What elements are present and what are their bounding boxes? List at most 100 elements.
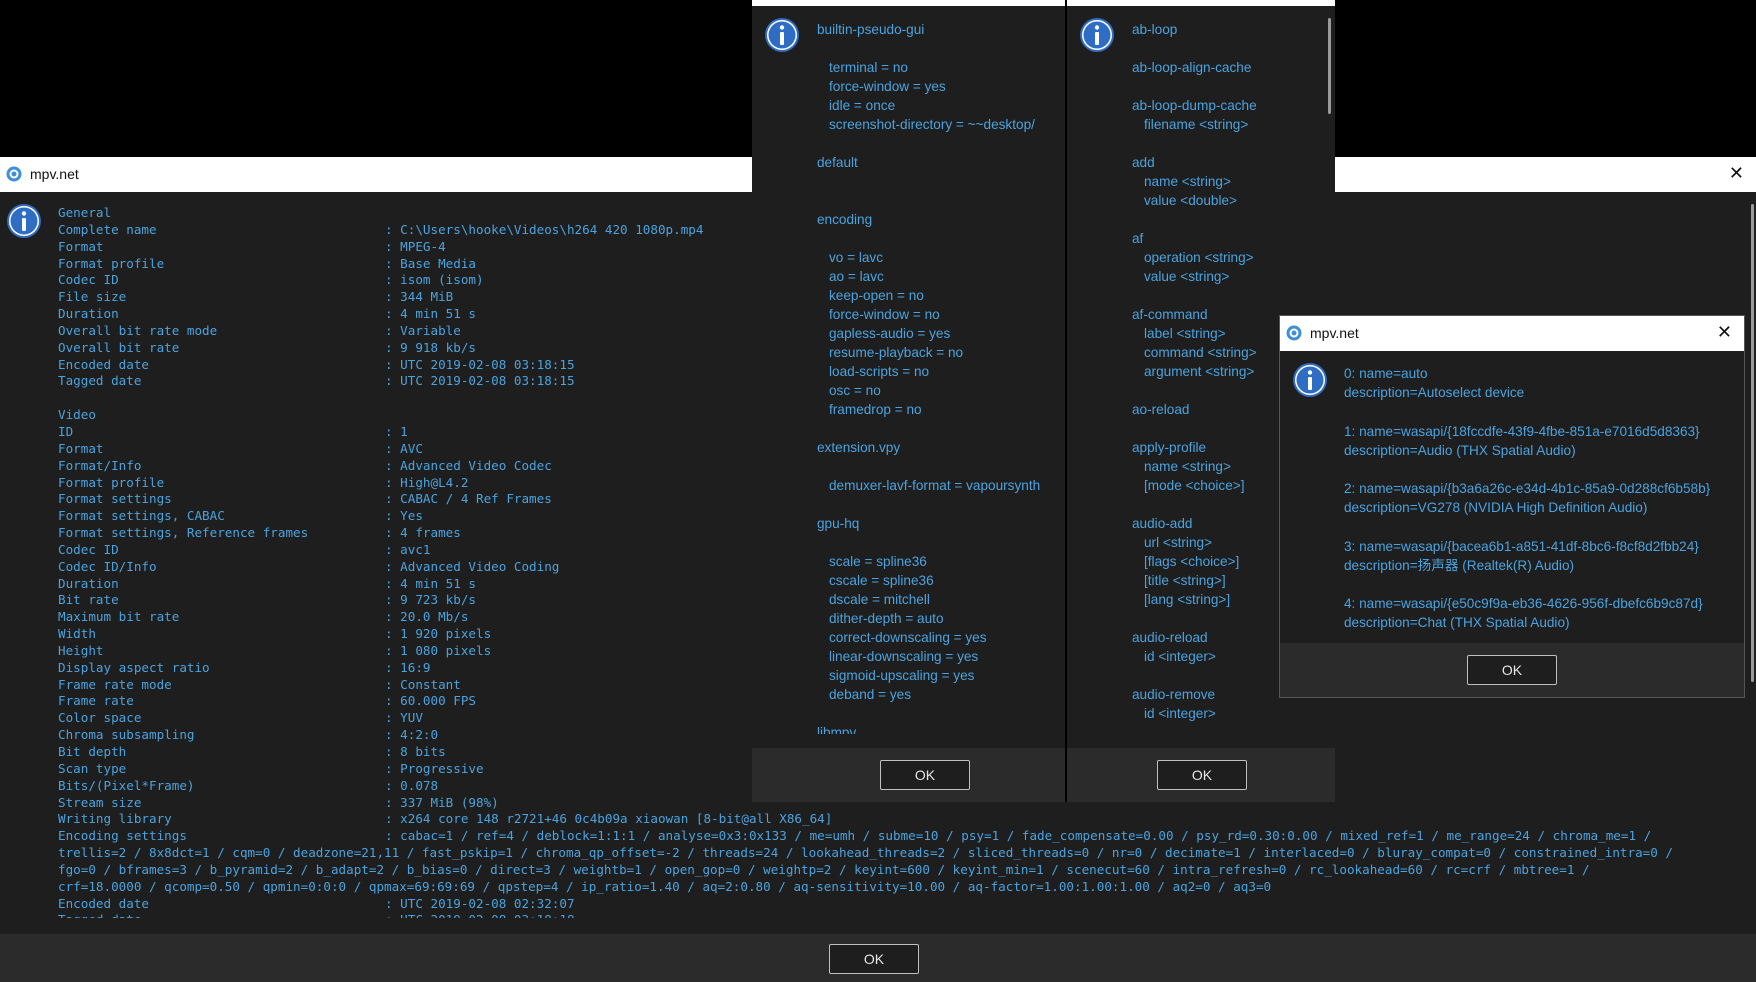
profile-line: ao = lavc: [829, 269, 884, 284]
profile-line: resume-playback = no: [829, 345, 964, 360]
mediainfo-value: : Base Media: [385, 255, 476, 271]
profile-line: terminal = no: [829, 60, 908, 75]
profiles-text: builtin-pseudo-gui terminal = no force-win…: [817, 20, 1063, 734]
device-line: [1344, 460, 1742, 479]
mediainfo-key: Video: [58, 407, 96, 423]
profile-line: gapless-audio = yes: [829, 326, 951, 341]
mediainfo-value: : 4 min 51 s: [385, 575, 476, 591]
profile-line: [817, 229, 1063, 248]
mediainfo-row: Encoding settings: cabac=1 / ref=4 / deb…: [58, 828, 1748, 845]
close-icon[interactable]: ✕: [1729, 163, 1744, 183]
mediainfo-key: Frame rate: [58, 693, 134, 709]
mediainfo-key: Format profile: [58, 255, 165, 271]
info-icon: [765, 18, 799, 52]
profile-line: scale = spline36: [829, 554, 927, 569]
mediainfo-key: Duration: [58, 575, 119, 591]
mediainfo-key: Bit depth: [58, 744, 127, 759]
profiles-dialog: builtin-pseudo-gui terminal = no force-win…: [752, 0, 1067, 802]
profile-line: [817, 191, 1063, 210]
mediainfo-ok-button[interactable]: OK: [829, 944, 919, 974]
mediainfo-key: Format profile: [58, 474, 165, 490]
mediainfo-value: : isom (isom): [385, 272, 484, 288]
device-line: 0: name=auto: [1344, 366, 1428, 381]
mediainfo-row: Encoded date: UTC 2019-02-08 02:32:07: [58, 896, 1748, 913]
mediainfo-value: : Yes: [385, 508, 423, 524]
profile-line: demuxer-lavf-format = vapoursynth: [829, 478, 1041, 493]
profile-line: [817, 134, 1063, 153]
mediainfo-key: Format settings, CABAC: [58, 508, 225, 524]
mediainfo-key: Format settings, Reference frames: [58, 525, 309, 541]
mediainfo-key: Maximum bit rate: [58, 609, 180, 625]
mediainfo-value: : UTC 2019-02-08 03:18:15: [385, 356, 575, 372]
command-line: ab-loop-align-cache: [1132, 60, 1252, 75]
mediainfo-value: : Progressive: [385, 760, 484, 776]
mediainfo-key: Width: [58, 626, 96, 642]
mediainfo-scrollbar[interactable]: [1751, 204, 1754, 682]
device-line: 3: name=wasapi/{bacea6b1-a851-41df-8bc6-…: [1344, 538, 1699, 554]
command-line: operation <string>: [1144, 250, 1254, 265]
commands-ok-button[interactable]: OK: [1157, 760, 1247, 790]
mediainfo-key: Format: [58, 440, 104, 456]
mediainfo-key: Duration: [58, 306, 119, 322]
device-line: description=扬声器 (Realtek(R) Audio): [1344, 557, 1575, 573]
profile-line: [817, 533, 1063, 552]
mediainfo-footer: OK: [0, 934, 1756, 982]
mediainfo-wrap-line: trellis=2 / 8x8dct=1 / cqm=0 / deadzone=…: [58, 845, 1673, 861]
device-line: 1: name=wasapi/{18fccdfe-43f9-4fbe-851a-…: [1344, 423, 1700, 439]
profile-line: [817, 495, 1063, 514]
mediainfo-key: Complete name: [58, 221, 157, 237]
mediainfo-value: : 1 080 pixels: [385, 642, 492, 658]
command-line: value <string>: [1144, 269, 1230, 284]
profile-line: osc = no: [829, 383, 881, 398]
command-line: [1132, 39, 1332, 58]
command-line: id <integer>: [1144, 706, 1216, 721]
profiles-titlebar-edge: [752, 0, 1065, 6]
mediainfo-value: : 0.078: [385, 777, 439, 793]
mediainfo-title: mpv.net: [30, 166, 79, 182]
command-line: [1132, 286, 1332, 305]
device-line: description=VG278 (NVIDIA High Definitio…: [1344, 500, 1648, 516]
profile-line: gpu-hq: [817, 516, 860, 531]
mediainfo-value: : 8 bits: [385, 744, 446, 759]
device-line: 2: name=wasapi/{b3a6a26c-e34d-4b1c-85a9-…: [1344, 481, 1711, 497]
mediainfo-key: Encoding settings: [58, 828, 187, 844]
mediainfo-key: Format/Info: [58, 457, 142, 473]
profile-line: encoding: [817, 212, 873, 227]
mediainfo-key: Codec ID/Info: [58, 558, 157, 574]
mediainfo-key: Codec ID: [58, 272, 119, 288]
commands-scrollbar[interactable]: [1328, 18, 1331, 114]
command-line: name <string>: [1144, 174, 1231, 189]
mediainfo-value: : 4:2:0: [385, 727, 439, 743]
mediainfo-key: File size: [58, 289, 127, 305]
mediainfo-key: Scan type: [58, 760, 127, 776]
mpv-logo-icon: [1286, 325, 1302, 341]
profiles-ok-button[interactable]: OK: [880, 760, 970, 790]
profile-line: load-scripts = no: [829, 364, 930, 379]
mediainfo-key: General: [58, 205, 112, 220]
mediainfo-key: Format: [58, 238, 104, 254]
mediainfo-key: ID: [58, 423, 74, 439]
info-icon: [7, 204, 41, 238]
mediainfo-value: : 4 min 51 s: [385, 306, 476, 322]
mediainfo-value: : avc1: [385, 541, 431, 557]
mediainfo-value: : 20.0 Mb/s: [385, 609, 469, 625]
mpv-logo-icon: [6, 166, 22, 182]
devices-ok-button[interactable]: OK: [1467, 655, 1557, 685]
mediainfo-value: : 9 918 kb/s: [385, 339, 476, 355]
profile-line: screenshot-directory = ~~desktop/: [829, 117, 1035, 132]
mediainfo-value: : UTC 2019-02-08 03:18:18: [385, 912, 575, 918]
mediainfo-value: : 337 MiB (98%): [385, 794, 499, 810]
close-icon[interactable]: ✕: [1717, 322, 1732, 342]
mediainfo-key: Encoded date: [58, 356, 149, 372]
profile-line: libmpv: [817, 725, 857, 734]
info-icon: [1080, 18, 1114, 52]
mediainfo-value: : 16:9: [385, 659, 431, 675]
profile-line: linear-downscaling = yes: [829, 649, 979, 664]
profile-line: [817, 704, 1063, 723]
mediainfo-key: Tagged date: [58, 912, 141, 918]
mediainfo-key: Overall bit rate: [58, 339, 180, 355]
mediainfo-value: : AVC: [385, 440, 423, 456]
profile-line: dither-depth = auto: [829, 611, 944, 626]
profile-line: [817, 172, 1063, 191]
command-line: [1132, 77, 1332, 96]
